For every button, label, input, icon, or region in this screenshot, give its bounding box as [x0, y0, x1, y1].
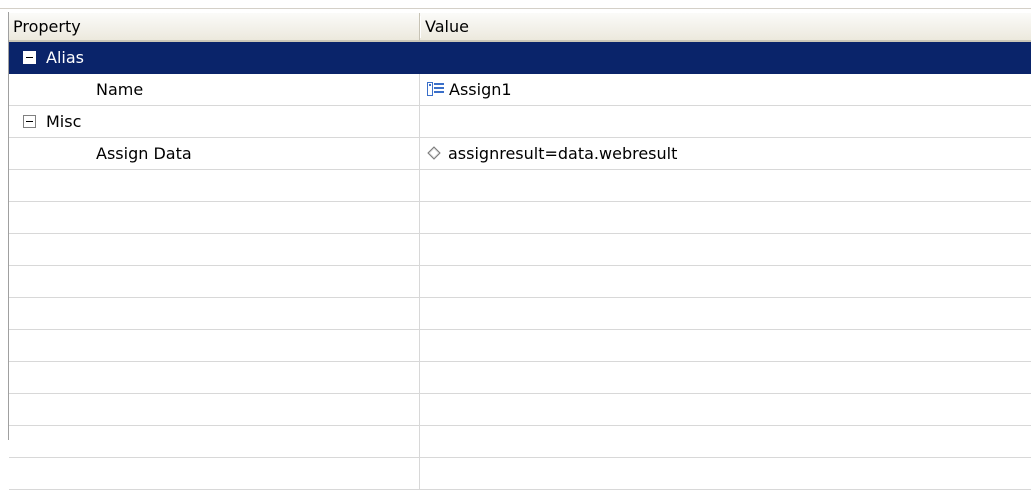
property-cell — [9, 202, 420, 233]
property-cell — [9, 298, 420, 329]
value-cell — [421, 394, 1031, 425]
diamond-icon — [427, 145, 441, 160]
property-cell: Alias — [9, 42, 420, 73]
collapse-icon[interactable] — [23, 115, 36, 128]
value-cell — [421, 298, 1031, 329]
property-cell — [9, 458, 420, 489]
property-cell: Name — [9, 74, 420, 105]
value-text: assignresult=data.webresult — [448, 144, 678, 163]
property-cell — [9, 234, 420, 265]
property-cell — [9, 330, 420, 361]
value-cell — [421, 202, 1031, 233]
column-header-value[interactable]: Value — [421, 13, 1031, 41]
property-grid: Property Value Alias Name Assign1 Misc A… — [8, 12, 1031, 490]
list-icon — [427, 81, 444, 96]
empty-row — [9, 458, 1031, 490]
value-cell — [421, 170, 1031, 201]
property-cell — [9, 394, 420, 425]
property-row-name[interactable]: Name Assign1 — [9, 74, 1031, 106]
panel-top-divider — [0, 8, 1031, 9]
empty-row — [9, 362, 1031, 394]
category-row-misc[interactable]: Misc — [9, 106, 1031, 138]
empty-row — [9, 426, 1031, 458]
grid-rows: Alias Name Assign1 Misc Assign Data assi… — [9, 42, 1031, 490]
category-label: Misc — [46, 112, 82, 131]
value-cell[interactable]: Assign1 — [421, 74, 1031, 105]
property-label: Name — [96, 80, 144, 99]
value-cell — [421, 426, 1031, 457]
empty-row — [9, 330, 1031, 362]
empty-row — [9, 298, 1031, 330]
property-cell — [9, 170, 420, 201]
value-cell — [421, 234, 1031, 265]
property-cell: Assign Data — [9, 138, 420, 169]
category-label: Alias — [46, 48, 84, 67]
property-label: Assign Data — [96, 144, 192, 163]
category-row-alias[interactable]: Alias — [9, 42, 1031, 74]
column-header-property[interactable]: Property — [9, 13, 421, 41]
empty-row — [9, 202, 1031, 234]
value-cell — [421, 106, 1031, 137]
value-cell[interactable]: assignresult=data.webresult — [421, 138, 1031, 169]
value-cell — [421, 266, 1031, 297]
property-cell — [9, 362, 420, 393]
empty-row — [9, 170, 1031, 202]
property-cell: Misc — [9, 106, 420, 137]
value-cell — [421, 362, 1031, 393]
empty-row — [9, 266, 1031, 298]
empty-row — [9, 394, 1031, 426]
empty-row — [9, 234, 1031, 266]
collapse-icon[interactable] — [23, 51, 36, 64]
property-row-assign-data[interactable]: Assign Data assignresult=data.webresult — [9, 138, 1031, 170]
value-cell — [421, 458, 1031, 489]
property-cell — [9, 266, 420, 297]
value-cell — [421, 330, 1031, 361]
value-text: Assign1 — [449, 80, 512, 99]
property-cell — [9, 426, 420, 457]
properties-panel: Property Value Alias Name Assign1 Misc A… — [0, 0, 1031, 490]
value-cell — [421, 42, 1031, 73]
grid-header: Property Value — [9, 12, 1031, 42]
